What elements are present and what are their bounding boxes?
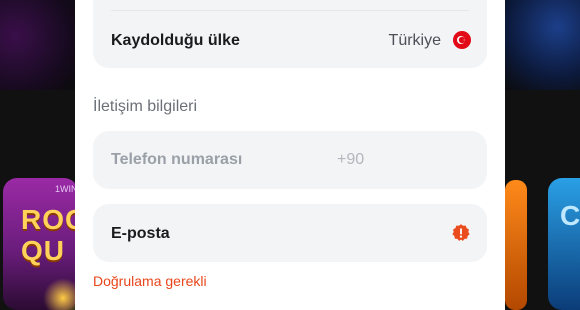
turkey-flag-icon — [453, 31, 471, 49]
game-card-left[interactable]: 1WIN ROC QU — [3, 178, 85, 310]
phone-country-code: +90 — [337, 151, 365, 168]
email-verification-hint[interactable]: Doğrulama gerekli — [93, 273, 207, 289]
contact-section-title: İletişim bilgileri — [93, 98, 198, 115]
game-card-title: C — [560, 200, 580, 231]
country-label: Kaydolduğu ülke — [111, 32, 240, 49]
game-card-title-line2: QU — [21, 235, 65, 266]
game-card-right-blue[interactable]: C — [548, 178, 580, 310]
country-value: Türkiye — [388, 32, 441, 49]
background-art-right — [505, 0, 580, 90]
email-label: E-posta — [111, 225, 170, 242]
phone-field[interactable]: Telefon numarası +90 — [93, 131, 487, 189]
phone-label: Telefon numarası — [111, 151, 243, 168]
warning-badge-icon[interactable] — [451, 223, 471, 243]
country-field: Kaydolduğu ülke Türkiye — [93, 0, 487, 68]
field-divider — [111, 10, 469, 11]
background-art-left — [0, 0, 75, 90]
email-field[interactable]: E-posta — [93, 204, 487, 262]
profile-modal: Kaydolduğu ülke Türkiye İletişim bilgile… — [75, 0, 505, 310]
game-card-right-orange[interactable] — [505, 180, 527, 310]
